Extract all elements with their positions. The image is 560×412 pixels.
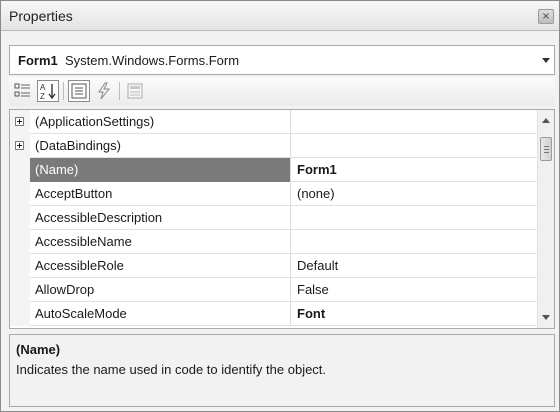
property-row-applicationsettings[interactable]: (ApplicationSettings) <box>10 110 538 134</box>
toolbar-separator <box>119 82 120 100</box>
property-name: AutoScaleMode <box>35 306 127 321</box>
title-bar: Properties × <box>1 1 559 31</box>
property-value[interactable]: Form1 <box>290 158 538 182</box>
property-value[interactable] <box>290 206 538 230</box>
object-name: Form1 <box>18 53 58 68</box>
properties-button[interactable] <box>68 80 90 102</box>
close-icon: × <box>541 11 551 22</box>
grip-line <box>544 152 549 153</box>
description-text: Indicates the name used in code to ident… <box>16 362 327 377</box>
property-name: AccessibleRole <box>35 258 124 273</box>
object-selector-dropdown[interactable]: Form1 System.Windows.Forms.Form <box>9 45 555 75</box>
property-row-databindings[interactable]: (DataBindings) <box>10 134 538 158</box>
alphabetical-button[interactable]: A Z <box>37 80 59 102</box>
expand-plus-icon[interactable] <box>15 117 24 126</box>
categorized-icon <box>14 83 30 97</box>
close-button[interactable]: × <box>538 9 554 24</box>
row-gutter <box>10 278 30 302</box>
property-name: (DataBindings) <box>35 138 121 153</box>
property-name: (ApplicationSettings) <box>35 114 155 129</box>
grip-line <box>544 149 549 150</box>
svg-text:Z: Z <box>40 92 45 101</box>
property-name: AccessibleName <box>35 234 132 249</box>
alphabetical-icon: A Z <box>40 83 56 101</box>
row-gutter <box>10 230 30 254</box>
scroll-down-icon[interactable] <box>542 315 550 320</box>
property-row-accessiblerole[interactable]: AccessibleRole Default <box>10 254 538 278</box>
property-row-allowdrop[interactable]: AllowDrop False <box>10 278 538 302</box>
events-lightning-icon <box>98 82 111 100</box>
property-name: AccessibleDescription <box>35 210 163 225</box>
properties-icon <box>71 83 87 99</box>
object-type: System.Windows.Forms.Form <box>65 53 240 68</box>
row-gutter <box>10 158 30 182</box>
property-row-accessibledescription[interactable]: AccessibleDescription <box>10 206 538 230</box>
property-grid: (ApplicationSettings) (DataBindings) (Na… <box>9 109 555 329</box>
row-gutter <box>10 182 30 206</box>
property-row-accessiblename[interactable]: AccessibleName <box>10 230 538 254</box>
row-gutter <box>10 134 30 158</box>
property-value[interactable] <box>290 134 538 158</box>
property-pages-icon <box>127 83 143 99</box>
property-pages-button[interactable] <box>124 80 146 102</box>
scroll-up-icon[interactable] <box>542 118 550 123</box>
properties-toolbar: A Z <box>9 77 555 106</box>
property-row-name[interactable]: (Name) Form1 <box>10 158 538 182</box>
property-name: AllowDrop <box>35 282 95 297</box>
categorized-button[interactable] <box>12 80 34 102</box>
vertical-scrollbar[interactable] <box>537 110 554 328</box>
window-title: Properties <box>9 8 73 24</box>
property-row-acceptbutton[interactable]: AcceptButton (none) <box>10 182 538 206</box>
property-value[interactable]: Default <box>290 254 538 278</box>
property-value[interactable]: False <box>290 278 538 302</box>
grip-line <box>544 146 549 147</box>
property-value[interactable] <box>290 110 538 134</box>
property-value[interactable]: Font <box>290 302 538 326</box>
row-gutter <box>10 110 30 134</box>
properties-window: Properties × Form1 System.Windows.Forms.… <box>0 0 560 412</box>
chevron-down-icon <box>542 58 550 63</box>
property-name: AcceptButton <box>35 186 113 201</box>
property-value[interactable] <box>290 230 538 254</box>
description-title: (Name) <box>16 342 61 357</box>
property-name: (Name) <box>30 158 290 182</box>
expand-plus-icon[interactable] <box>15 141 24 150</box>
events-button[interactable] <box>93 80 115 102</box>
toolbar-separator <box>63 82 64 100</box>
row-gutter <box>10 254 30 278</box>
property-value[interactable]: (none) <box>290 182 538 206</box>
svg-text:A: A <box>40 83 46 92</box>
row-gutter <box>10 206 30 230</box>
row-gutter <box>10 302 30 326</box>
description-panel: (Name) Indicates the name used in code t… <box>9 334 555 407</box>
property-row-autoscalemode[interactable]: AutoScaleMode Font <box>10 302 538 326</box>
scrollbar-thumb[interactable] <box>540 137 552 161</box>
